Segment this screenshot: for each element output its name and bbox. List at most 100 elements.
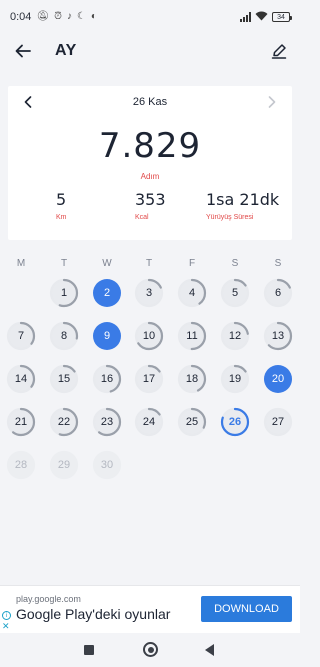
calendar-day-3[interactable]: 3	[134, 278, 164, 308]
weekday-label: W	[102, 258, 112, 269]
calendar-day-number: 6	[274, 287, 282, 299]
calendar-day-6[interactable]: 6	[263, 278, 293, 308]
calendar-day-12[interactable]: 12	[220, 321, 250, 351]
selected-date: 26 Kas	[132, 96, 168, 108]
calendar-day-14[interactable]: 14	[6, 364, 36, 394]
wifi-icon	[255, 11, 268, 24]
battery-icon: 34	[272, 12, 292, 22]
steps-count: 7.829	[98, 126, 202, 166]
calories-metric: 353 Kcal	[135, 190, 166, 221]
calendar-day-8[interactable]: 8	[49, 321, 79, 351]
arrow-left-icon	[15, 44, 31, 58]
moon-icon: ☾	[76, 11, 86, 22]
distance-metric: 5 Km	[56, 190, 67, 221]
recents-button[interactable]	[84, 645, 94, 655]
duration-label: Yürüyüş Süresi	[206, 214, 254, 221]
calendar-day-11[interactable]: 11	[177, 321, 207, 351]
app-icon: ◐	[90, 11, 97, 22]
ad-info-icon[interactable]: i	[2, 611, 11, 620]
calendar-day-24[interactable]: 24	[134, 407, 164, 437]
calendar-day-5[interactable]: 5	[220, 278, 250, 308]
calendar-day-4[interactable]: 4	[177, 278, 207, 308]
edit-button[interactable]	[268, 40, 290, 62]
calendar-day-18[interactable]: 18	[177, 364, 207, 394]
weekday-label: S	[231, 258, 239, 269]
calendar-day-2[interactable]: 2	[92, 278, 122, 308]
calendar-day-22[interactable]: 22	[49, 407, 79, 437]
calendar-day-number: 2	[103, 287, 111, 299]
weekday-label: M	[16, 258, 26, 269]
calendar-day-number: 29	[57, 459, 71, 471]
battery-level: 34	[277, 13, 285, 21]
calendar-day-number: 3	[145, 287, 153, 299]
calendar-day-number: 26	[228, 416, 242, 428]
calendar-day-number: 23	[100, 416, 114, 428]
calendar-day-20[interactable]: 20	[263, 364, 293, 394]
calendar-day-number: 5	[231, 287, 239, 299]
summary-card: 26 Kas 7.829 Adım 5 Km 353 Kcal 1sa 21dk…	[8, 86, 292, 240]
calories-value: 353	[135, 190, 166, 209]
notification-off-icon: 🔕︎	[36, 11, 50, 22]
weekday-header: M T W T F S S	[0, 258, 300, 272]
calendar-day-29: 29	[49, 450, 79, 480]
calendar-day-number: 7	[17, 330, 25, 342]
calendar-day-26[interactable]: 26	[220, 407, 250, 437]
ad-title: Google Play'deki oyunlar	[16, 606, 171, 622]
calendar-day-number: 11	[186, 330, 198, 342]
weekday-label: T	[60, 258, 68, 269]
ad-banner[interactable]: i ✕ play.google.com Google Play'deki oyu…	[0, 585, 300, 633]
ad-download-button[interactable]: DOWNLOAD	[201, 596, 292, 622]
tiktok-icon: ♪	[66, 11, 72, 22]
system-back-button[interactable]	[205, 644, 214, 656]
calendar-day-13[interactable]: 13	[263, 321, 293, 351]
calendar-day-23[interactable]: 23	[92, 407, 122, 437]
calendar-day-30: 30	[92, 450, 122, 480]
calendar-day-number: 14	[14, 373, 28, 385]
calendar-day-10[interactable]: 10	[134, 321, 164, 351]
calendar-day-16[interactable]: 16	[92, 364, 122, 394]
calendar-day-number: 18	[185, 373, 199, 385]
calendar-day-number: 30	[100, 459, 114, 471]
app-bar: AY	[0, 34, 300, 68]
calendar-day-number: 21	[14, 416, 28, 428]
calendar-day-number: 12	[228, 330, 242, 342]
alarm-icon: ⏰︎	[54, 11, 62, 22]
calendar-day-number: 13	[271, 330, 285, 342]
next-day-button[interactable]	[264, 94, 280, 110]
calendar-day-number: 10	[142, 330, 156, 342]
status-time: 0:04	[10, 11, 32, 23]
distance-label: Km	[56, 214, 67, 221]
distance-value: 5	[56, 190, 67, 209]
home-button[interactable]	[143, 642, 158, 657]
calendar-day-number: 28	[14, 459, 28, 471]
calendar-day-number: 20	[271, 373, 285, 385]
system-nav-bar	[0, 633, 300, 667]
calendar-day-17[interactable]: 17	[134, 364, 164, 394]
calendar-day-15[interactable]: 15	[49, 364, 79, 394]
pencil-icon	[271, 44, 287, 59]
calendar-day-21[interactable]: 21	[6, 407, 36, 437]
calendar-day-7[interactable]: 7	[6, 321, 36, 351]
calendar-day-number: 25	[185, 416, 199, 428]
calendar-day-27[interactable]: 27	[263, 407, 293, 437]
calendar-day-1[interactable]: 1	[49, 278, 79, 308]
calendar-day-number: 27	[271, 416, 285, 428]
steps-label: Adım	[140, 172, 160, 181]
weekday-label: F	[188, 258, 196, 269]
duration-metric: 1sa 21dk Yürüyüş Süresi	[206, 190, 279, 221]
calendar-day-number: 16	[100, 373, 114, 385]
calendar-day-number: 4	[188, 287, 196, 299]
calendar-day-number: 1	[60, 287, 68, 299]
back-button[interactable]	[12, 40, 34, 62]
calendar-day-number: 9	[103, 330, 111, 342]
status-bar: 0:04 🔕︎ ⏰︎ ♪ ☾ ◐ 34	[0, 0, 300, 34]
calendar-day-9[interactable]: 9	[92, 321, 122, 351]
calendar-day-number: 22	[57, 416, 71, 428]
ad-close-icon[interactable]: ✕	[2, 621, 10, 632]
calendar-day-19[interactable]: 19	[220, 364, 250, 394]
calories-label: Kcal	[135, 214, 149, 221]
calendar-day-number: 17	[142, 373, 156, 385]
calendar-day-25[interactable]: 25	[177, 407, 207, 437]
calendar-day-28: 28	[6, 450, 36, 480]
calendar-day-number: 15	[57, 373, 71, 385]
